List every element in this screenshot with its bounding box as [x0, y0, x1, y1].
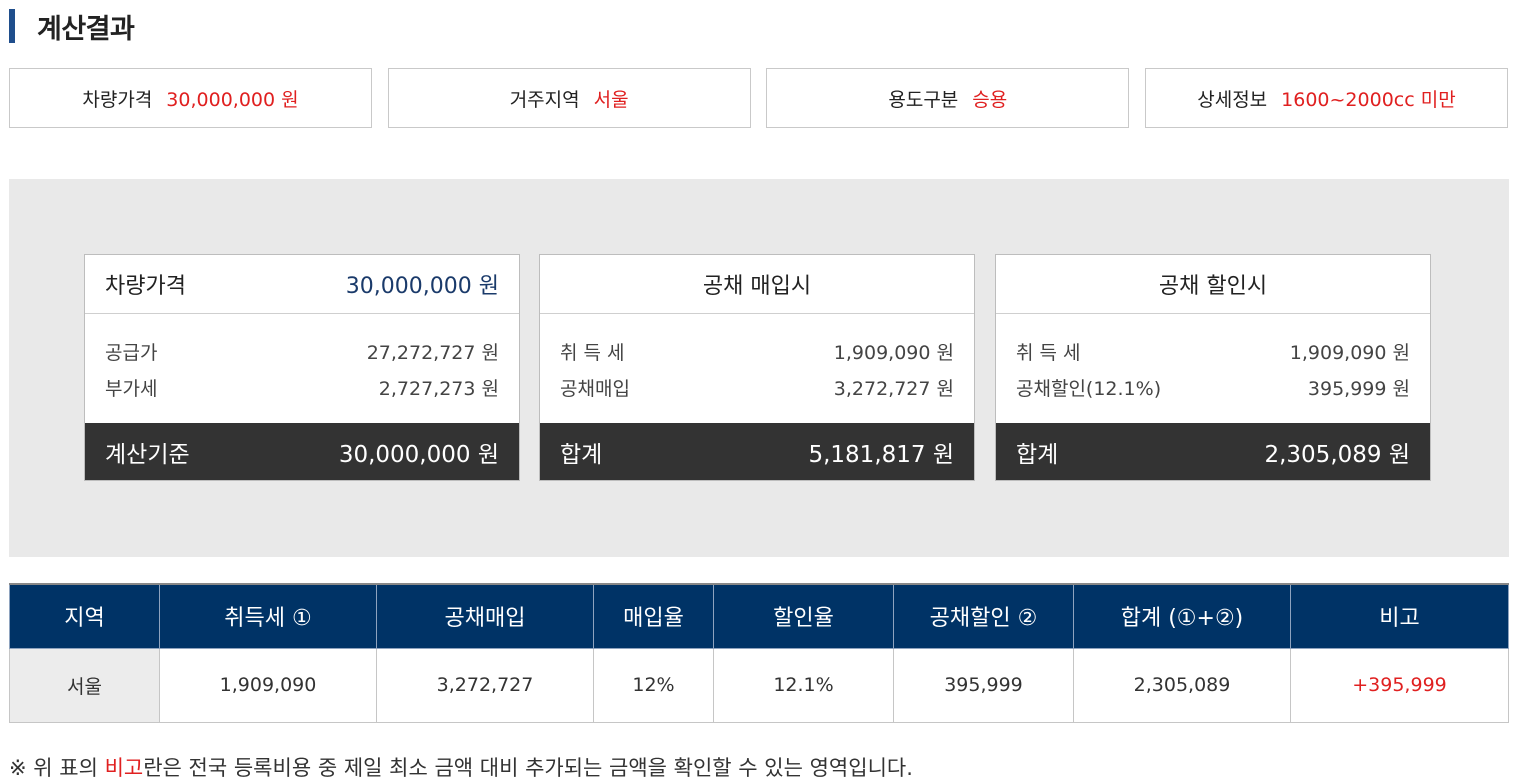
col-header-bond-purchase: 공채매입	[376, 583, 594, 649]
card-body: 공급가 27,272,727 원 부가세 2,727,273 원	[85, 314, 519, 424]
summary-detail: 상세정보 1600~2000cc 미만	[1144, 68, 1508, 128]
card-row-acquisition-tax: 취 득 세 1,909,090 원	[1016, 338, 1410, 374]
row-value: 3,272,727 원	[833, 378, 954, 400]
footer-value: 5,181,817 원	[808, 441, 954, 468]
summary-value: 30,000,000 원	[166, 88, 299, 111]
footnote-highlight: 비고	[104, 756, 144, 780]
row-label: 취 득 세	[560, 342, 625, 364]
footer-value: 30,000,000 원	[338, 441, 499, 468]
cell-acquisition-tax: 1,909,090	[159, 647, 377, 723]
row-value: 27,272,727 원	[366, 342, 499, 364]
summary-vehicle-price: 차량가격 30,000,000 원	[9, 68, 372, 128]
row-label: 공급가	[105, 342, 158, 364]
col-header-region: 지역	[9, 583, 160, 649]
card-row-supply: 공급가 27,272,727 원	[105, 338, 499, 374]
card-bond-discount: 공채 할인시 취 득 세 1,909,090 원 공채할인(12.1%) 395…	[995, 254, 1431, 481]
card-footer: 합계 2,305,089 원	[996, 423, 1430, 480]
summary-region: 거주지역 서울	[387, 68, 751, 128]
card-bond-purchase: 공채 매입시 취 득 세 1,909,090 원 공채매입 3,272,727 …	[539, 254, 975, 481]
summary-value: 서울	[593, 88, 629, 111]
cell-purchase-rate: 12%	[593, 647, 714, 723]
card-header-label: 차량가격	[105, 274, 186, 299]
col-header-remark: 비고	[1290, 583, 1509, 649]
cell-discount-rate: 12.1%	[713, 647, 894, 723]
footer-label: 계산기준	[105, 441, 190, 468]
row-value: 1,909,090 원	[833, 342, 954, 364]
row-label: 취 득 세	[1016, 342, 1081, 364]
card-vehicle-price: 차량가격 30,000,000 원 공급가 27,272,727 원 부가세 2…	[84, 254, 520, 481]
footer-label: 합계	[560, 441, 603, 468]
row-value: 395,999 원	[1307, 378, 1410, 400]
cell-total: 2,305,089	[1073, 647, 1291, 723]
card-footer: 합계 5,181,817 원	[540, 423, 974, 480]
footer-value: 2,305,089 원	[1264, 441, 1410, 468]
card-row-bond-purchase: 공채매입 3,272,727 원	[560, 374, 954, 410]
card-row-bond-discount: 공채할인(12.1%) 395,999 원	[1016, 374, 1410, 410]
col-header-discount-rate: 할인율	[713, 583, 894, 649]
cell-region: 서울	[9, 647, 160, 723]
card-header-value: 30,000,000 원	[345, 274, 499, 299]
card-header-label: 공채 할인시	[1158, 274, 1268, 299]
table-row: 서울 1,909,090 3,272,727 12% 12.1% 395,999…	[9, 647, 1509, 723]
cell-remark: +395,999	[1290, 647, 1509, 723]
section-title: 계산결과	[9, 8, 135, 45]
row-value: 1,909,090 원	[1289, 342, 1410, 364]
summary-value: 승용	[972, 88, 1008, 111]
row-value: 2,727,273 원	[378, 378, 499, 400]
cell-bond-discount: 395,999	[893, 647, 1074, 723]
calculation-panel: 차량가격 30,000,000 원 공급가 27,272,727 원 부가세 2…	[9, 179, 1509, 557]
card-body: 취 득 세 1,909,090 원 공채할인(12.1%) 395,999 원	[996, 314, 1430, 424]
card-header-label: 공채 매입시	[702, 274, 812, 299]
row-label: 부가세	[105, 378, 158, 400]
footnote-prefix: ※ 위 표의	[9, 756, 105, 780]
row-label: 공채매입	[560, 378, 630, 400]
footnote: ※ 위 표의 비고란은 전국 등록비용 중 제일 최소 금액 대비 추가되는 금…	[9, 752, 913, 782]
summary-label: 상세정보	[1197, 88, 1268, 111]
col-header-acquisition-tax: 취득세 ①	[159, 583, 377, 649]
row-label: 공채할인(12.1%)	[1016, 378, 1162, 400]
footer-label: 합계	[1016, 441, 1059, 468]
cell-bond-purchase: 3,272,727	[376, 647, 594, 723]
card-body: 취 득 세 1,909,090 원 공채매입 3,272,727 원	[540, 314, 974, 424]
card-footer: 계산기준 30,000,000 원	[85, 423, 519, 480]
summary-value: 1600~2000cc 미만	[1281, 88, 1456, 111]
card-row-vat: 부가세 2,727,273 원	[105, 374, 499, 410]
summary-usage: 용도구분 승용	[766, 68, 1130, 128]
summary-label: 거주지역	[509, 88, 580, 111]
result-table: 지역 취득세 ① 공채매입 매입율 할인율 공채할인 ② 합계 (①+②) 비고…	[9, 583, 1509, 723]
footnote-suffix: 란은 전국 등록비용 중 제일 최소 금액 대비 추가되는 금액을 확인할 수 …	[143, 756, 913, 780]
card-header: 공채 매입시	[540, 255, 974, 314]
col-header-bond-discount: 공채할인 ②	[893, 583, 1074, 649]
summary-row: 차량가격 30,000,000 원 거주지역 서울 용도구분 승용 상세정보 1…	[9, 68, 1508, 128]
col-header-purchase-rate: 매입율	[593, 583, 714, 649]
card-header: 차량가격 30,000,000 원	[85, 255, 519, 314]
page-title: 계산결과	[37, 13, 135, 45]
summary-label: 용도구분	[888, 88, 959, 111]
title-accent-bar	[9, 9, 15, 43]
card-row-acquisition-tax: 취 득 세 1,909,090 원	[560, 338, 954, 374]
card-header: 공채 할인시	[996, 255, 1430, 314]
col-header-total: 합계 (①+②)	[1073, 583, 1291, 649]
summary-label: 차량가격	[82, 88, 153, 111]
table-header-row: 지역 취득세 ① 공채매입 매입율 할인율 공채할인 ② 합계 (①+②) 비고	[9, 583, 1509, 649]
